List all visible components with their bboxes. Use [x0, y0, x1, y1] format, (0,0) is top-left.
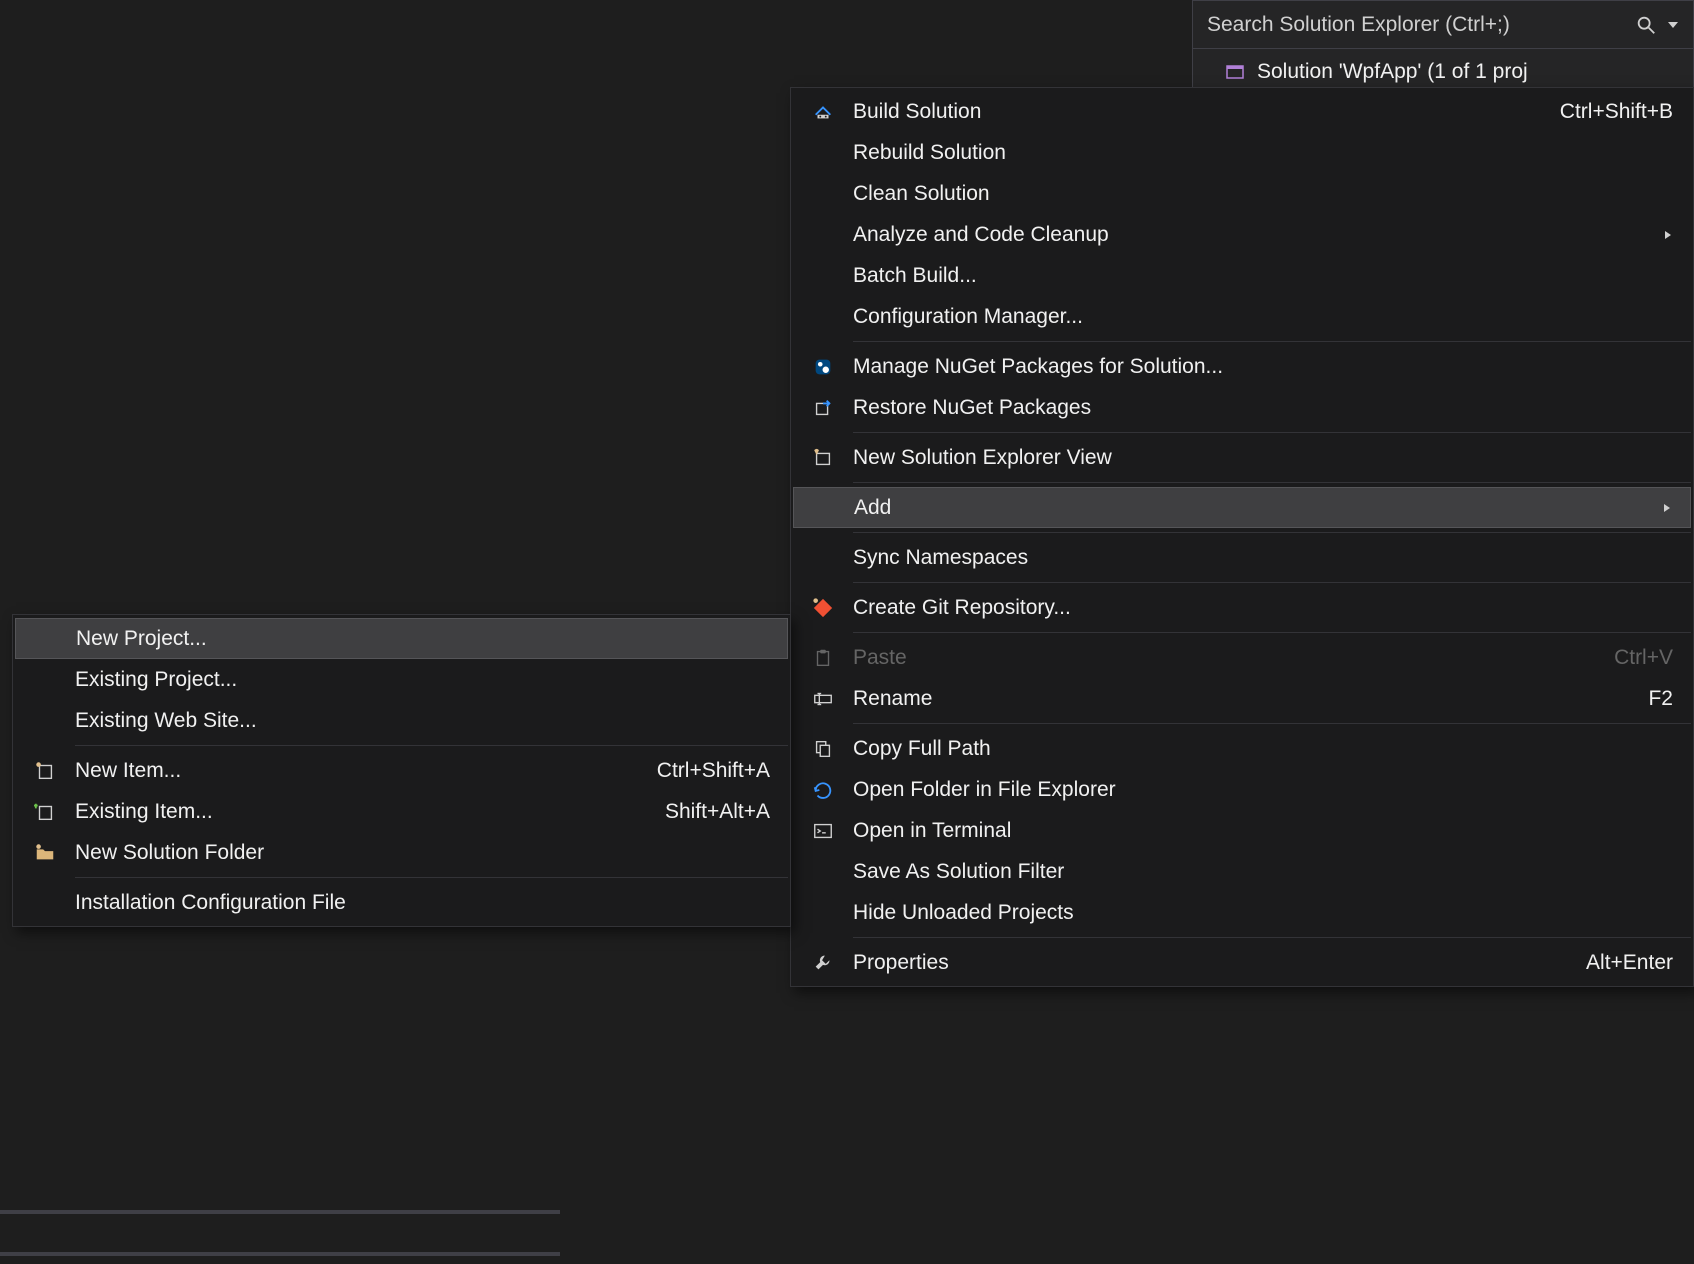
menu-item-label: New Solution Explorer View [853, 446, 1673, 470]
menu-item-clean[interactable]: Clean Solution [793, 173, 1691, 214]
menu-item-label: Analyze and Code Cleanup [853, 223, 1643, 247]
menu-item-label: Existing Item... [75, 800, 625, 824]
menu-item-shortcut: Ctrl+Shift+B [1560, 100, 1673, 124]
open-icon [793, 779, 853, 801]
menu-item-paste: Paste Ctrl+V [793, 637, 1691, 678]
menu-item-label: Paste [853, 646, 1574, 670]
restore-icon [793, 397, 853, 419]
newview-icon [793, 447, 853, 469]
menu-item-shortcut: F2 [1648, 687, 1673, 711]
menu-separator [853, 532, 1691, 533]
solution-label: Solution 'WpfApp' (1 of 1 proj [1257, 60, 1528, 84]
menu-item-rebuild[interactable]: Rebuild Solution [793, 132, 1691, 173]
divider [0, 1210, 560, 1214]
menu-item-label: Rebuild Solution [853, 141, 1673, 165]
nuget-icon [793, 356, 853, 378]
search-icon [1635, 14, 1657, 36]
chevron-down-icon[interactable] [1667, 19, 1679, 31]
menu-item-label: Sync Namespaces [853, 546, 1673, 570]
menu-separator [853, 723, 1691, 724]
menu-item-label: Properties [853, 951, 1546, 975]
divider [0, 1252, 560, 1256]
exitem-icon [15, 801, 75, 823]
menu-item-label: Existing Project... [75, 668, 770, 692]
menu-item-label: Existing Web Site... [75, 709, 770, 733]
menu-item-savefilter[interactable]: Save As Solution Filter [793, 851, 1691, 892]
submenu-arrow-icon [1662, 503, 1672, 513]
menu-item-label: Rename [853, 687, 1608, 711]
menu-item-newview[interactable]: New Solution Explorer View [793, 437, 1691, 478]
newitem-icon [15, 760, 75, 782]
menu-item-shortcut: Ctrl+Shift+A [657, 759, 770, 783]
menu-item-add[interactable]: Add [793, 487, 1691, 528]
menu-item-label: Clean Solution [853, 182, 1673, 206]
menu-separator [853, 432, 1691, 433]
menu-item-label: New Solution Folder [75, 841, 770, 865]
menu-item-exweb[interactable]: Existing Web Site... [15, 700, 788, 741]
menu-item-label: Hide Unloaded Projects [853, 901, 1673, 925]
menu-item-exitem[interactable]: Existing Item... Shift+Alt+A [15, 791, 788, 832]
submenu-arrow-icon [1663, 230, 1673, 240]
solution-context-menu: Build Solution Ctrl+Shift+B Rebuild Soluti… [790, 87, 1694, 987]
menu-item-props[interactable]: Properties Alt+Enter [793, 942, 1691, 983]
menu-item-analyze[interactable]: Analyze and Code Cleanup [793, 214, 1691, 255]
menu-item-restore[interactable]: Restore NuGet Packages [793, 387, 1691, 428]
menu-item-label: Open Folder in File Explorer [853, 778, 1673, 802]
menu-item-newfolder[interactable]: New Solution Folder [15, 832, 788, 873]
menu-item-label: Batch Build... [853, 264, 1673, 288]
menu-item-git[interactable]: Create Git Repository... [793, 587, 1691, 628]
menu-item-sync[interactable]: Sync Namespaces [793, 537, 1691, 578]
add-submenu: New Project... Existing Project... Existin… [12, 614, 791, 927]
menu-item-label: Add [854, 496, 1642, 520]
menu-item-nuget[interactable]: Manage NuGet Packages for Solution... [793, 346, 1691, 387]
menu-item-shortcut: Shift+Alt+A [665, 800, 770, 824]
menu-item-build[interactable]: Build Solution Ctrl+Shift+B [793, 91, 1691, 132]
git-icon [793, 597, 853, 619]
build-icon [793, 101, 853, 123]
search-placeholder: Search Solution Explorer (Ctrl+;) [1207, 13, 1625, 37]
menu-item-hideunload[interactable]: Hide Unloaded Projects [793, 892, 1691, 933]
menu-item-label: Manage NuGet Packages for Solution... [853, 355, 1673, 379]
menu-item-label: Restore NuGet Packages [853, 396, 1673, 420]
menu-item-label: Copy Full Path [853, 737, 1673, 761]
menu-item-label: New Project... [76, 627, 769, 651]
wrench-icon [793, 952, 853, 974]
menu-separator [853, 582, 1691, 583]
menu-item-instcfg[interactable]: Installation Configuration File [15, 882, 788, 923]
menu-item-label: Configuration Manager... [853, 305, 1673, 329]
menu-separator [853, 482, 1691, 483]
paste-icon [793, 647, 853, 669]
menu-separator [75, 745, 788, 746]
menu-item-openexp[interactable]: Open Folder in File Explorer [793, 769, 1691, 810]
menu-separator [853, 632, 1691, 633]
menu-item-shortcut: Ctrl+V [1614, 646, 1673, 670]
menu-item-label: Installation Configuration File [75, 891, 770, 915]
menu-item-label: Save As Solution Filter [853, 860, 1673, 884]
menu-item-label: Create Git Repository... [853, 596, 1673, 620]
menu-item-exproj[interactable]: Existing Project... [15, 659, 788, 700]
menu-item-copypath[interactable]: Copy Full Path [793, 728, 1691, 769]
menu-item-label: Build Solution [853, 100, 1520, 124]
menu-item-cfg[interactable]: Configuration Manager... [793, 296, 1691, 337]
menu-item-newitem[interactable]: New Item... Ctrl+Shift+A [15, 750, 788, 791]
menu-separator [853, 937, 1691, 938]
folder-icon [15, 842, 75, 864]
solution-icon [1225, 62, 1245, 82]
menu-separator [75, 877, 788, 878]
menu-item-rename[interactable]: Rename F2 [793, 678, 1691, 719]
menu-item-label: Open in Terminal [853, 819, 1673, 843]
copy-icon [793, 738, 853, 760]
menu-item-label: New Item... [75, 759, 617, 783]
menu-item-newproj[interactable]: New Project... [15, 618, 788, 659]
terminal-icon [793, 820, 853, 842]
solution-explorer-search[interactable]: Search Solution Explorer (Ctrl+;) [1192, 0, 1694, 49]
menu-item-batch[interactable]: Batch Build... [793, 255, 1691, 296]
menu-item-shortcut: Alt+Enter [1586, 951, 1673, 975]
rename-icon [793, 688, 853, 710]
menu-separator [853, 341, 1691, 342]
menu-item-terminal[interactable]: Open in Terminal [793, 810, 1691, 851]
